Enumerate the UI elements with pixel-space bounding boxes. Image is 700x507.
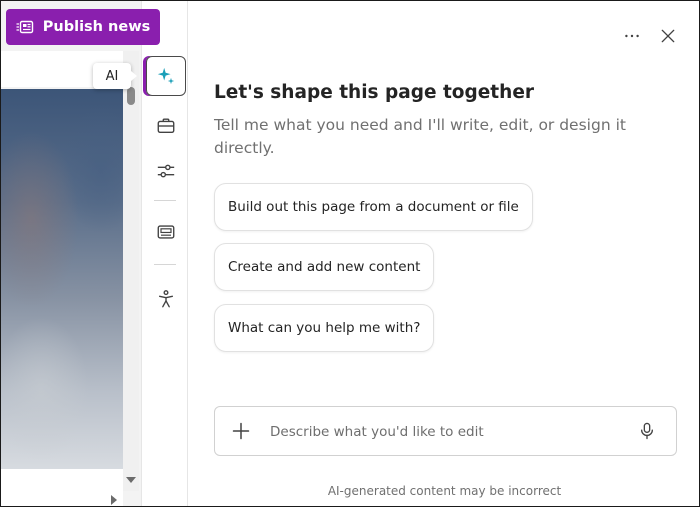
close-button[interactable] xyxy=(656,24,680,48)
ai-disclaimer: AI-generated content may be incorrect xyxy=(327,484,562,498)
scroll-right-arrow-icon[interactable] xyxy=(111,495,117,505)
app-window: Publish news AI Let's shape this page to… xyxy=(0,0,700,507)
rail-ai-button[interactable] xyxy=(146,56,186,96)
rail-divider xyxy=(154,200,176,201)
panel-subtitle: Tell me what you need and I'll write, ed… xyxy=(214,116,626,157)
scrollbar-thumb[interactable] xyxy=(127,87,135,105)
sliders-icon xyxy=(157,164,175,178)
copilot-panel: Let's shape this page together Tell me w… xyxy=(188,1,699,506)
suggestion-help[interactable]: What can you help me with? xyxy=(214,304,435,352)
suggestion-build-from-document[interactable]: Build out this page from a document or f… xyxy=(214,183,533,231)
plus-icon xyxy=(232,422,250,440)
publish-news-button[interactable]: Publish news xyxy=(6,9,160,45)
sparkle-icon xyxy=(157,67,175,85)
prompt-composer xyxy=(214,406,677,456)
tool-rail xyxy=(141,1,188,506)
rail-accessibility-button[interactable] xyxy=(146,279,186,319)
rail-divider xyxy=(154,264,176,265)
card-layout-icon xyxy=(157,225,175,239)
panel-title: Let's shape this page together xyxy=(214,82,534,103)
news-icon xyxy=(16,20,33,34)
accessibility-icon xyxy=(158,290,174,308)
prompt-input[interactable] xyxy=(270,419,620,445)
rail-settings-button[interactable] xyxy=(146,151,186,191)
microphone-button[interactable] xyxy=(635,419,659,443)
vertical-scrollbar[interactable] xyxy=(123,51,139,491)
scroll-down-arrow-icon[interactable] xyxy=(126,477,136,483)
tooltip-text: AI xyxy=(105,68,119,84)
publish-news-label: Publish news xyxy=(42,19,151,35)
more-horizontal-icon xyxy=(625,34,639,38)
microphone-icon xyxy=(641,422,653,440)
suggestion-create-content[interactable]: Create and add new content xyxy=(214,243,435,291)
rail-briefcase-button[interactable] xyxy=(146,106,186,146)
more-options-button[interactable] xyxy=(620,25,644,47)
rail-layout-button[interactable] xyxy=(146,212,186,252)
briefcase-icon xyxy=(157,118,175,134)
close-icon xyxy=(661,29,675,43)
add-attachment-button[interactable] xyxy=(229,419,253,443)
hero-image[interactable] xyxy=(1,89,123,469)
tooltip: AI xyxy=(93,63,137,89)
canvas-section-bottom xyxy=(1,469,123,506)
